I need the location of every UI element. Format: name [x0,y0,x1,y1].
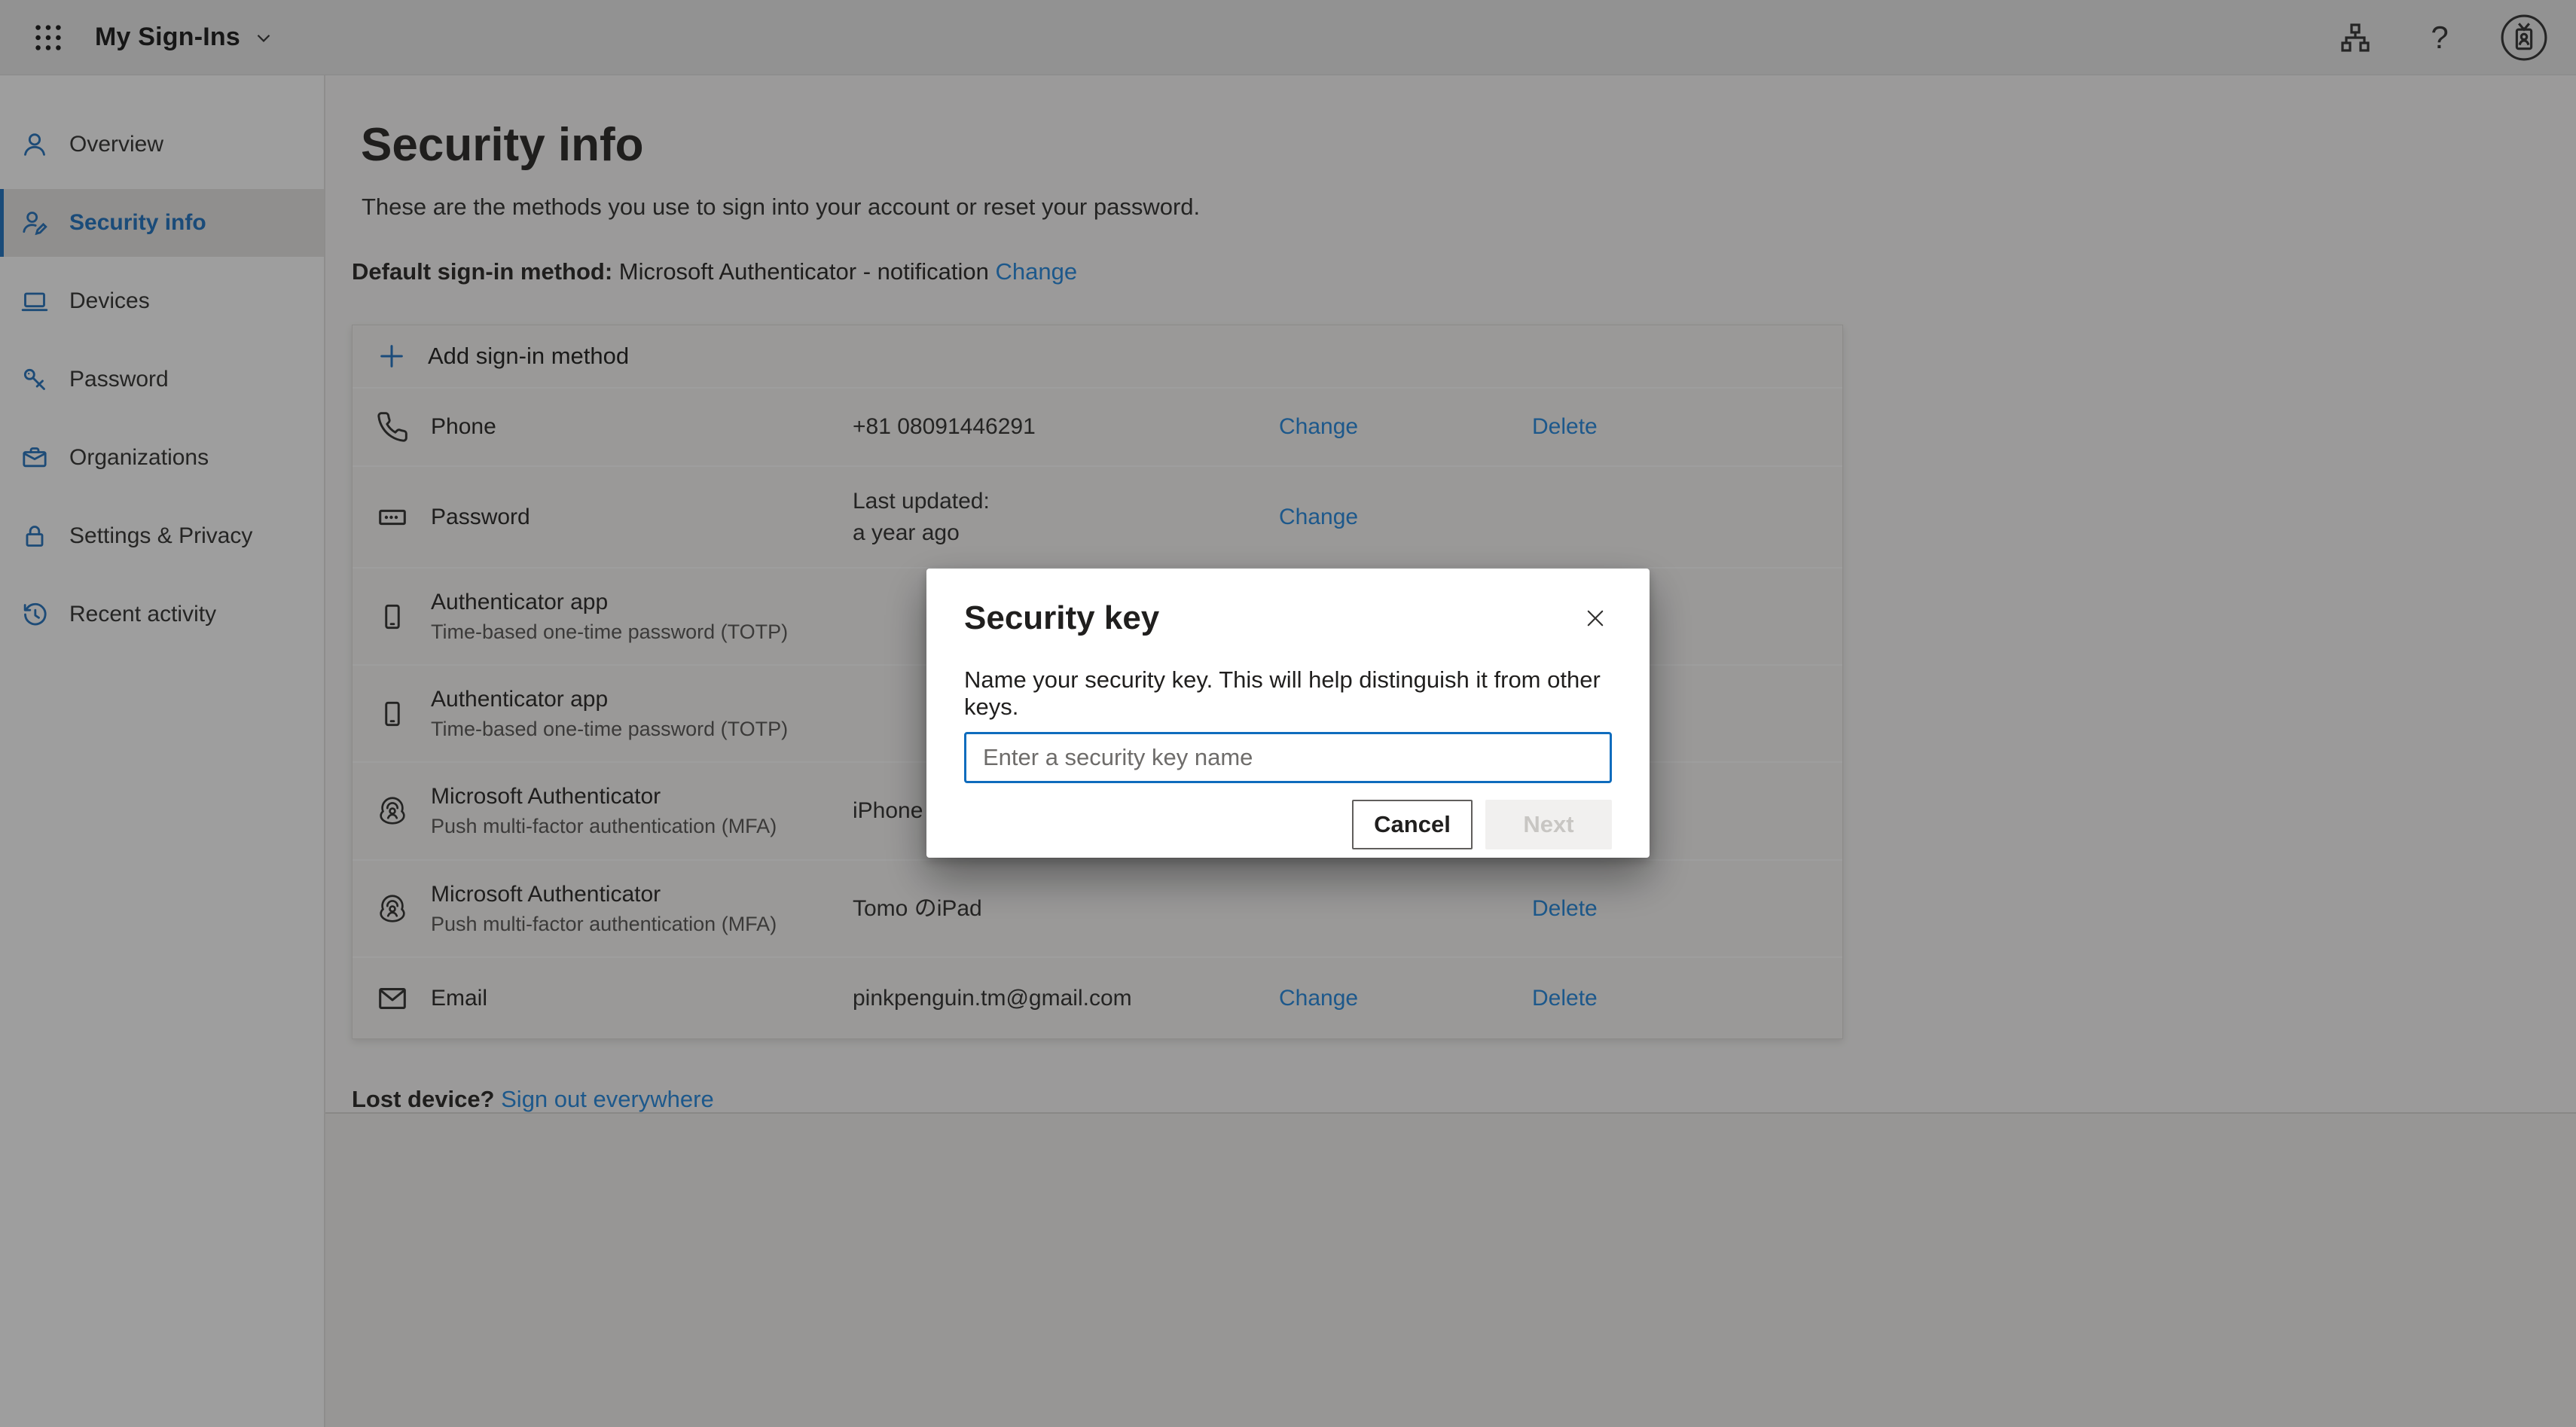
security-key-dialog: Security key Name your security key. Thi… [926,569,1650,858]
dialog-header: Security key [964,599,1612,638]
cancel-button[interactable]: Cancel [1352,800,1473,849]
dialog-message: Name your security key. This will help d… [964,666,1612,721]
close-icon [1583,605,1608,631]
next-button[interactable]: Next [1485,800,1612,849]
close-button[interactable] [1579,602,1612,635]
dialog-title: Security key [964,599,1159,638]
security-key-name-input[interactable] [964,732,1612,783]
dialog-actions: Cancel Next [964,800,1612,849]
